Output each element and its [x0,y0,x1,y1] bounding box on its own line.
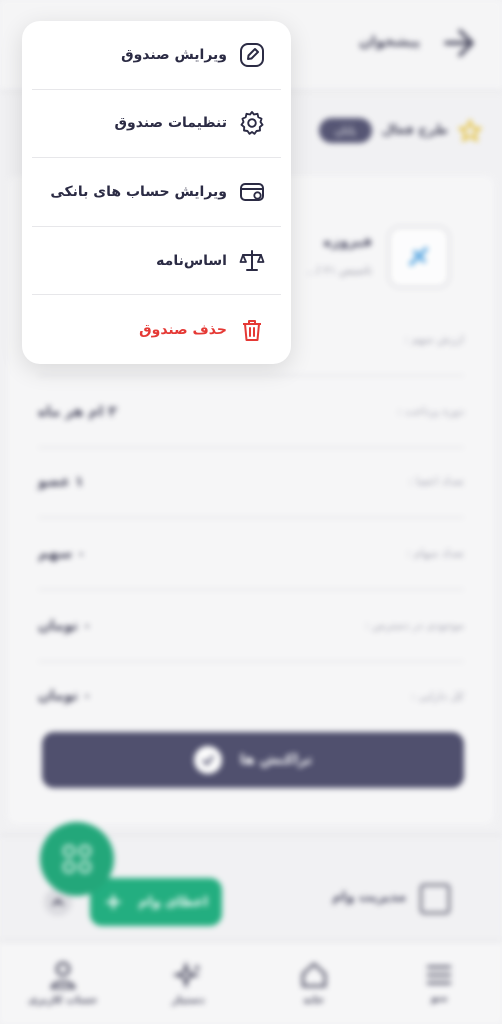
nav-label: منو [430,992,448,1004]
menu-item-articles-of-association[interactable]: اساس‌نامه [32,227,281,296]
info-row: تعداد اعضا : ۱ عضو [38,446,464,518]
info-value: ۱ عضو [38,473,84,490]
apps-fab-button[interactable] [40,822,114,896]
nav-label: دستیار [171,994,205,1006]
loan-icon [420,884,450,914]
nav-label: خانه [303,994,325,1006]
menu-item-label: ویرایش حساب های بانکی [50,183,227,200]
sparkle-icon [173,960,202,989]
info-label: ارزش سهم : [404,333,464,346]
bottom-nav: منو خانه دستیار حساب کاربری [0,940,502,1024]
gear-icon [239,110,265,136]
fund-name: فیروزه [323,234,372,250]
info-row: کل دارایی : ۰ تومان [38,660,464,732]
trash-icon [239,317,265,343]
fund-logo [388,226,450,288]
plan-label: طرح فعال [381,123,448,138]
user-icon [50,961,76,989]
scale-icon [239,248,265,274]
loan-label: مدیریت وام [332,890,406,905]
info-label: تعداد سهام : [406,547,464,560]
nav-item-home[interactable]: خانه [269,961,359,1006]
home-icon [301,962,326,987]
page-title: پیشخوان [359,34,420,50]
transactions-button[interactable]: تراکنش ها [42,732,464,788]
grid-icon [62,844,92,874]
grant-loan-button[interactable]: اعطای وام + [90,878,222,926]
nav-item-assistant[interactable]: دستیار [143,960,233,1006]
menu-item-label: اساس‌نامه [156,252,227,269]
hamburger-icon [427,965,452,984]
menu-item-delete-fund[interactable]: حذف صندوق [32,295,281,364]
back-arrow-icon[interactable] [442,26,476,60]
edit-icon [239,42,265,68]
grant-loan-label: اعطای وام [138,894,208,910]
fund-logo-icon [409,247,428,266]
info-value: ۳ ام هر ماه [38,403,117,420]
info-label: کل دارایی : [411,689,464,703]
check-icon [193,746,222,774]
info-label: تعداد اعضا : [408,475,464,488]
info-value: ۰ تومان [38,688,92,704]
plus-icon: + [104,889,123,915]
plan-badge[interactable]: پایان [318,118,372,143]
menu-item-fund-settings[interactable]: تنظیمات صندوق [32,90,281,159]
info-label: دوره پرداخت : [397,405,464,418]
nav-item-menu[interactable]: منو [394,963,484,1004]
transactions-label: تراکنش ها [239,752,313,768]
menu-item-edit-fund[interactable]: ویرایش صندوق [32,21,281,90]
menu-item-edit-bank-accounts[interactable]: ویرایش حساب های بانکی [32,158,281,227]
info-value: ۰ تومان [38,617,92,634]
menu-item-label: حذف صندوق [139,321,227,338]
info-value: ۰ سهم [38,545,86,562]
menu-item-label: تنظیمات صندوق [114,115,227,132]
bank-card-icon [239,179,265,205]
info-label: موجودی در دسترس : [365,619,464,632]
fund-subtitle: تاسیس ۲۱ ا... [306,264,372,277]
star-icon [458,118,482,142]
info-row: تعداد سهام : ۰ سهم [38,518,464,590]
plan-row: طرح فعال پایان [318,118,482,143]
nav-label: حساب کاربری [28,994,98,1006]
nav-item-account[interactable]: حساب کاربری [18,961,108,1006]
menu-item-label: ویرایش صندوق [121,46,227,63]
info-row: موجودی در دسترس : ۰ تومان [38,590,464,662]
fund-options-menu: ویرایش صندوق تنظیمات صندوق ویرایش حساب ه… [22,21,291,364]
info-row: دوره پرداخت : ۳ ام هر ماه [38,376,464,448]
